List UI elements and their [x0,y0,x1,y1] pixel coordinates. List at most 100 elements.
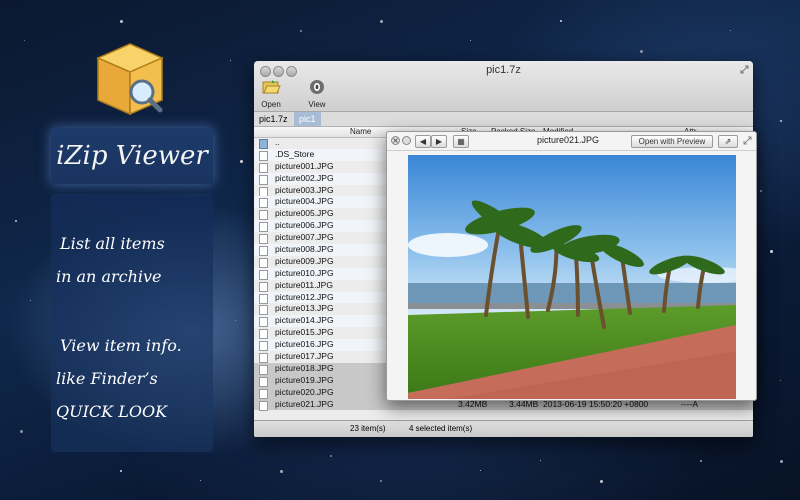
title-bar[interactable]: pic1.7z Open View [254,61,753,112]
file-icon [259,210,268,221]
star [560,20,562,22]
file-name: picture004.JPG [275,196,334,207]
file-icon [259,198,268,209]
star [780,120,782,122]
share-button[interactable]: ⇗ [718,135,738,148]
share-icon: ⇗ [724,137,732,146]
app-title-banner: iZip Viewer [51,128,213,184]
quicklook-window: ◀ ▶ ▦ picture021.JPG Open with Preview ⇗ [386,131,757,401]
star [280,470,283,473]
open-label: Open [261,100,281,109]
file-icon [259,269,268,280]
star [770,250,773,253]
tagline-line-3: View item info. [60,336,182,355]
star [780,460,783,463]
star [20,430,23,433]
file-name: picture013.JPG [275,303,334,314]
star [380,480,382,482]
arrow-right-icon: ▶ [435,137,443,146]
breadcrumb-item-archive[interactable]: pic1.7z [254,112,293,126]
file-icon [259,281,268,292]
arrow-left-icon: ◀ [419,137,427,146]
star [240,160,243,163]
breadcrumb-item-folder[interactable]: pic1 [294,112,321,126]
file-icon [259,364,268,375]
file-icon [259,234,268,245]
quicklook-title: picture021.JPG [537,135,600,145]
file-icon [259,400,268,411]
status-bar: 23 item(s) 4 selected item(s) [254,420,753,437]
star [120,470,122,472]
tagline-line-4: like Finder’s [56,369,158,388]
file-icon [259,293,268,304]
folder-open-icon [262,80,281,94]
file-name: picture011.JPG [275,279,333,290]
star [700,460,702,462]
column-name[interactable]: Name [350,127,371,137]
quicklook-toolbar: ◀ ▶ ▦ picture021.JPG Open with Preview ⇗ [387,132,756,151]
file-name: picture007.JPG [275,232,334,243]
file-name: .. [275,137,280,147]
file-icon [259,329,268,340]
app-logo-icon [96,43,164,116]
star [120,20,123,23]
file-icon [259,246,268,257]
open-with-preview-button[interactable]: Open with Preview [631,135,713,148]
file-icon [259,162,268,173]
file-name: picture019.JPG [275,374,334,385]
star [470,40,471,41]
index-sheet-button[interactable]: ▦ [453,135,469,148]
fullscreen-icon[interactable] [402,136,411,145]
star [730,30,731,31]
file-icon [259,222,268,233]
tagline-line-2: in an archive [56,267,162,286]
file-name: picture015.JPG [275,327,334,338]
file-name: picture006.JPG [275,220,334,231]
star [380,20,383,23]
app-title: iZip Viewer [56,141,208,171]
star [760,190,762,192]
file-name: picture020.JPG [275,386,334,397]
breadcrumb: pic1.7z pic1 [254,112,753,127]
file-name: picture002.JPG [275,172,334,183]
eye-icon [310,80,324,94]
selected-count: 4 selected item(s) [409,424,473,433]
file-icon [259,257,268,268]
tagline-line-1: List all items [60,234,165,253]
next-button[interactable]: ▶ [431,135,447,148]
grid-icon: ▦ [457,137,465,146]
file-name: picture017.JPG [275,351,334,362]
image-preview [408,155,736,399]
file-name: picture018.JPG [275,362,334,373]
view-button[interactable]: View [300,79,334,109]
file-name: picture005.JPG [275,208,334,219]
folder-icon [259,139,268,149]
star [600,480,603,483]
fullscreen-icon[interactable] [740,65,749,74]
file-icon [259,317,268,328]
file-icon [259,353,268,364]
file-name: picture001.JPG [275,160,334,171]
open-button[interactable]: Open [254,79,288,109]
file-name: picture012.JPG [275,291,334,302]
file-icon [259,305,268,316]
file-icon [259,174,268,185]
file-name: .DS_Store [275,148,315,159]
previous-button[interactable]: ◀ [415,135,431,148]
file-icon [259,388,268,399]
star [480,470,481,471]
star [540,460,541,461]
star [300,30,302,32]
file-icon [259,150,268,161]
expand-icon[interactable] [743,136,752,145]
file-name: picture014.JPG [275,315,334,326]
close-icon[interactable] [391,136,400,145]
star [640,50,643,53]
star [330,455,332,457]
file-icon [259,341,268,352]
file-name: picture010.JPG [275,267,334,278]
tagline-line-5: QUICK LOOK [56,402,168,421]
file-icon [259,376,268,387]
window-title: pic1.7z [486,64,521,76]
item-count: 23 item(s) [350,424,386,433]
